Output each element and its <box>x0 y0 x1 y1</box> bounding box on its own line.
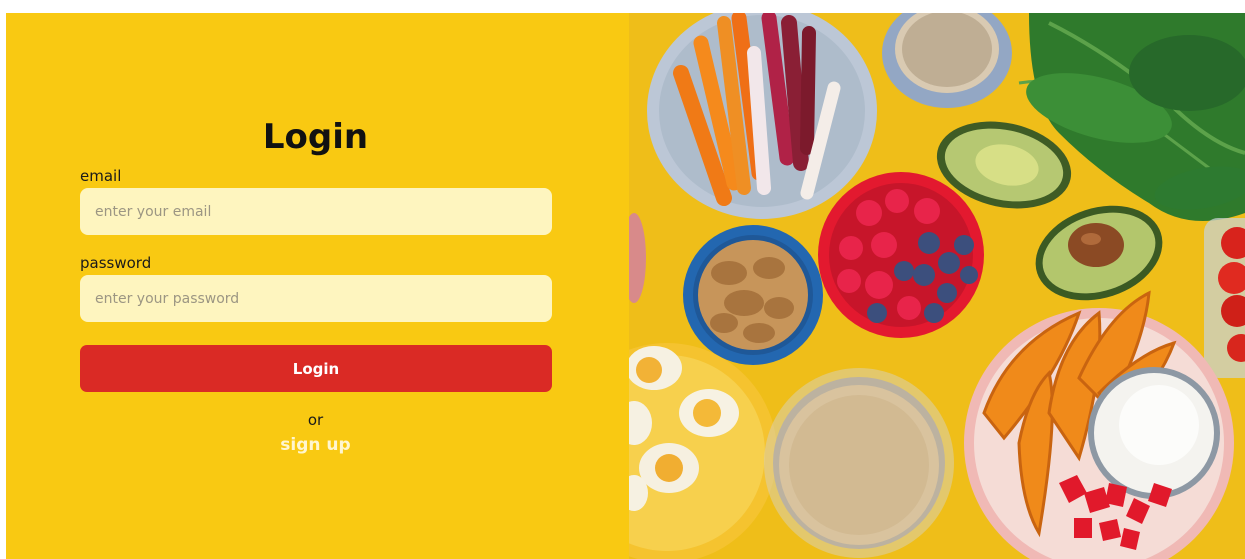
signup-link[interactable]: sign up <box>6 435 625 455</box>
email-field[interactable] <box>80 188 552 235</box>
hero-image <box>629 13 1245 559</box>
login-title: Login <box>262 117 369 157</box>
email-label: email <box>80 167 122 185</box>
login-panel: Login email password Login or sign up <box>6 13 629 559</box>
food-bowls-photo <box>629 13 1245 559</box>
password-label: password <box>80 254 152 272</box>
page: Login email password Login or sign up <box>6 13 1245 559</box>
login-button[interactable]: Login <box>80 345 552 392</box>
or-separator: or <box>307 411 324 429</box>
password-field[interactable] <box>80 275 552 322</box>
